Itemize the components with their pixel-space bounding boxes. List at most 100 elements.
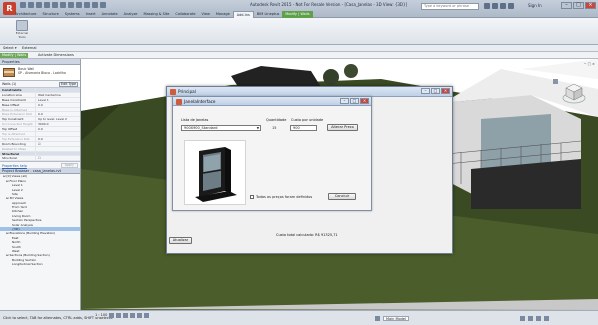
- custo-input[interactable]: 900: [290, 125, 317, 131]
- atualizar-button[interactable]: Atualizar: [169, 237, 192, 244]
- browser-item[interactable]: Longitudinal Section: [0, 262, 80, 266]
- property-value[interactable]: 0.0: [36, 137, 80, 141]
- checkbox-box[interactable]: [250, 195, 254, 199]
- tab-analyze[interactable]: Analyze: [121, 11, 141, 18]
- property-value[interactable]: Wall Centerline: [36, 93, 80, 97]
- temporary-hide-icon[interactable]: [144, 312, 150, 318]
- tree: [323, 69, 339, 85]
- thin-lines-icon[interactable]: [92, 2, 98, 8]
- search-input[interactable]: Type a keyword or phrase: [421, 3, 479, 10]
- concluir-button[interactable]: Concluir: [328, 193, 356, 200]
- select-dropdown[interactable]: Select ▾: [3, 46, 17, 50]
- property-value[interactable]: [36, 147, 80, 151]
- binoculars-icon[interactable]: [484, 3, 490, 9]
- tab-manage[interactable]: Manage: [213, 11, 233, 18]
- print-icon[interactable]: [52, 2, 58, 8]
- text-icon[interactable]: [68, 2, 74, 8]
- close-windows-icon[interactable]: [100, 2, 106, 8]
- status-right: Main Model: [375, 316, 409, 321]
- property-value[interactable]: 0.0: [36, 127, 80, 131]
- janela-window-controls: – □ ×: [340, 98, 369, 104]
- undo-icon[interactable]: [36, 2, 42, 8]
- select-underlay-icon[interactable]: [528, 316, 533, 321]
- type-name: SP - Alvenaria Bloco - Ladrilho: [18, 70, 66, 75]
- total-cost-text: Custo total calculado: R$ 91325,71: [276, 233, 338, 237]
- properties-footer: Properties help Apply: [0, 161, 80, 168]
- principal-minimize-button[interactable]: –: [421, 88, 430, 94]
- minimize-button[interactable]: –: [561, 2, 572, 9]
- 3d-view-icon[interactable]: [76, 2, 82, 8]
- apply-button[interactable]: Apply: [60, 163, 78, 168]
- scale-label[interactable]: 1 : 100: [95, 313, 107, 318]
- janela-select-value: 900X900_Standard: [184, 126, 218, 130]
- home-icon[interactable]: [553, 79, 558, 84]
- visual-style-icon[interactable]: [116, 312, 122, 318]
- custo-unidade-label: Custo por unidade: [291, 118, 324, 122]
- tab-annotate[interactable]: Annotate: [99, 11, 121, 18]
- all-prices-checkbox[interactable]: Todas os preços foram definidos: [250, 195, 312, 199]
- principal-title: Principal: [178, 89, 196, 94]
- janela-select[interactable]: 900X900_Standard ▼: [181, 125, 261, 131]
- ribbon-tabs: Architecture Structure Systems Insert Annota…: [12, 11, 313, 18]
- open-icon[interactable]: [20, 2, 26, 8]
- tab-modify-walls[interactable]: Modify | Walls: [282, 11, 313, 18]
- tree: [344, 64, 358, 78]
- properties-help-link[interactable]: Properties help: [2, 164, 27, 168]
- crop-view-icon[interactable]: [137, 312, 143, 318]
- detail-level-icon[interactable]: [109, 312, 115, 318]
- janela-close-button[interactable]: ×: [360, 98, 369, 104]
- janela-minimize-button[interactable]: –: [340, 98, 349, 104]
- measure-icon[interactable]: [60, 2, 66, 8]
- tab-systems[interactable]: Systems: [62, 11, 83, 18]
- tab-collaborate[interactable]: Collaborate: [172, 11, 198, 18]
- redo-icon[interactable]: [44, 2, 50, 8]
- principal-close-button[interactable]: ×: [441, 88, 450, 94]
- maximize-button[interactable]: □: [573, 2, 584, 9]
- main-model-dropdown[interactable]: Main Model: [383, 316, 409, 321]
- tab-massing-site[interactable]: Massing & Site: [140, 11, 172, 18]
- subscription-icon[interactable]: [492, 3, 498, 9]
- view-window-controls[interactable]: − □ ×: [584, 62, 595, 66]
- property-value[interactable]: Level 1: [36, 98, 80, 102]
- property-value[interactable]: ☐: [36, 156, 80, 160]
- property-value: [36, 152, 80, 156]
- property-value[interactable]: Up to level: Level 2: [36, 117, 80, 121]
- activate-dimensions-button[interactable]: Activate Dimensions: [36, 53, 76, 58]
- window-3d-preview: [195, 147, 237, 202]
- communication-icon[interactable]: [500, 3, 506, 9]
- janela-title: JanelaInterface: [184, 98, 216, 104]
- tab-bim-lineptus[interactable]: BIM Lineptus: [254, 11, 283, 18]
- sun-path-icon[interactable]: [123, 312, 129, 318]
- tab-add-ins[interactable]: Add-Ins: [232, 11, 254, 18]
- viewcube-icon[interactable]: [562, 81, 586, 105]
- tab-architecture[interactable]: Architecture: [12, 11, 39, 18]
- property-value[interactable]: 0.0: [36, 112, 80, 116]
- property-value[interactable]: 0.0: [36, 103, 80, 107]
- principal-maximize-button[interactable]: □: [431, 88, 440, 94]
- close-button[interactable]: ×: [585, 2, 596, 9]
- tab-structure[interactable]: Structure: [39, 11, 61, 18]
- select-pinned-icon[interactable]: [536, 316, 541, 321]
- favorites-icon[interactable]: [508, 3, 514, 9]
- property-value[interactable]: 3000.0: [36, 122, 80, 126]
- select-links-icon[interactable]: [520, 316, 525, 321]
- tab-insert[interactable]: Insert: [83, 11, 99, 18]
- external-tools-button[interactable]: External Tools: [12, 20, 32, 42]
- tab-view[interactable]: View: [199, 11, 213, 18]
- janela-maximize-button[interactable]: □: [350, 98, 359, 104]
- property-value[interactable]: ☑: [36, 142, 80, 146]
- alterar-preco-button[interactable]: Alterar Preco: [327, 124, 358, 131]
- save-icon[interactable]: [28, 2, 34, 8]
- property-value[interactable]: [36, 108, 80, 112]
- section-icon[interactable]: [84, 2, 90, 8]
- shadows-icon[interactable]: [130, 312, 136, 318]
- type-selector[interactable]: Basic Wall SP - Alvenaria Bloco - Ladril…: [0, 65, 80, 81]
- instance-filter[interactable]: Walls (1) Edit Type: [0, 81, 80, 88]
- property-value: [36, 88, 80, 92]
- filter-icon[interactable]: [544, 316, 549, 321]
- janela-titlebar: JanelaInterface – □ ×: [173, 97, 371, 106]
- sign-in-button[interactable]: Sign In: [528, 3, 542, 8]
- edit-type-button[interactable]: Edit Type: [58, 82, 78, 87]
- property-value[interactable]: [36, 132, 80, 136]
- worksets-icon[interactable]: [375, 316, 380, 321]
